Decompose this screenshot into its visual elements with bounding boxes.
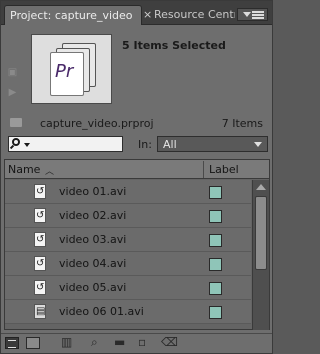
- project-file-name: capture_video.prproj: [40, 117, 154, 130]
- tab-bar: Project: capture_video × Resource Centr: [1, 1, 272, 25]
- project-info-row: capture_video.prproj 7 Items: [1, 114, 272, 132]
- list-item[interactable]: video 04.avi: [5, 252, 251, 276]
- refresh-clip-icon: [34, 232, 46, 247]
- film-clip-icon: [34, 304, 46, 319]
- in-select[interactable]: All: [157, 136, 268, 152]
- set-poster-frame-icon[interactable]: ▣: [5, 67, 20, 82]
- scroll-up-arrow-icon[interactable]: [256, 184, 266, 190]
- item-name: video 04.avi: [59, 257, 127, 270]
- column-divider[interactable]: [203, 161, 204, 178]
- label-swatch[interactable]: [209, 282, 222, 295]
- search-input[interactable]: [8, 136, 123, 152]
- item-name: video 06 01.avi: [59, 305, 144, 318]
- item-name: video 01.avi: [59, 185, 127, 198]
- new-item-icon[interactable]: ▫: [138, 335, 146, 349]
- panel-menu-lines-icon: [252, 11, 264, 19]
- icon-view-icon[interactable]: [26, 337, 40, 349]
- panel-menu-arrow-icon: [243, 12, 251, 17]
- label-swatch[interactable]: [209, 234, 222, 247]
- refresh-clip-icon: [34, 184, 46, 199]
- project-panel: Project: capture_video × Resource Centr …: [0, 0, 273, 354]
- in-label: In:: [138, 138, 152, 151]
- play-icon[interactable]: ▶: [5, 87, 20, 102]
- list-item[interactable]: video 02.avi: [5, 204, 251, 228]
- scrollbar-thumb[interactable]: [255, 196, 267, 270]
- column-header-name[interactable]: Name: [8, 163, 40, 176]
- label-swatch[interactable]: [209, 186, 222, 199]
- panel-menu-button[interactable]: [237, 8, 268, 21]
- close-tab-icon[interactable]: ×: [143, 9, 152, 20]
- search-dropdown-icon: [24, 143, 30, 147]
- list-rows: video 01.avi video 02.avi video 03.avi v…: [5, 180, 251, 330]
- item-name: video 03.avi: [59, 233, 127, 246]
- in-select-value: All: [163, 138, 177, 151]
- items-count: 7 Items: [221, 117, 263, 130]
- label-swatch[interactable]: [209, 258, 222, 271]
- refresh-clip-icon: [34, 208, 46, 223]
- premiere-project-icon: Pr: [50, 52, 84, 96]
- bottom-toolbar: ▥ ⌕ ▬ ▫ ⌫: [1, 333, 272, 353]
- list-item[interactable]: video 05.avi: [5, 276, 251, 300]
- chevron-down-icon: [254, 142, 262, 147]
- tab-resource-central[interactable]: Resource Centr: [153, 5, 235, 25]
- label-swatch[interactable]: [209, 306, 222, 319]
- items-selected-text: 5 Items Selected: [122, 39, 226, 52]
- sort-ascending-icon[interactable]: ︿: [45, 164, 54, 177]
- automate-to-sequence-icon[interactable]: ▥: [61, 335, 72, 349]
- list-header: Name ︿ Label: [5, 160, 269, 179]
- new-bin-icon[interactable]: ▬: [114, 335, 125, 349]
- list-item[interactable]: video 01.avi: [5, 180, 251, 204]
- find-icon[interactable]: ⌕: [91, 335, 98, 349]
- tab-project[interactable]: Project: capture_video: [4, 5, 142, 25]
- list-item[interactable]: video 06 01.avi: [5, 300, 251, 324]
- list-view-icon[interactable]: [5, 337, 19, 349]
- project-file-icon: [10, 118, 22, 127]
- list-item[interactable]: video 03.avi: [5, 228, 251, 252]
- project-items-list: Name ︿ Label video 01.avi video 02.avi v…: [4, 159, 270, 330]
- refresh-clip-icon: [34, 280, 46, 295]
- preview-thumbnail: Pr: [31, 34, 112, 104]
- item-name: video 05.avi: [59, 281, 127, 294]
- vertical-scrollbar[interactable]: [252, 180, 269, 330]
- item-name: video 02.avi: [59, 209, 127, 222]
- refresh-clip-icon: [34, 256, 46, 271]
- label-swatch[interactable]: [209, 210, 222, 223]
- search-icon: [12, 138, 20, 146]
- clear-icon[interactable]: ⌫: [161, 335, 178, 349]
- column-header-label[interactable]: Label: [209, 163, 239, 176]
